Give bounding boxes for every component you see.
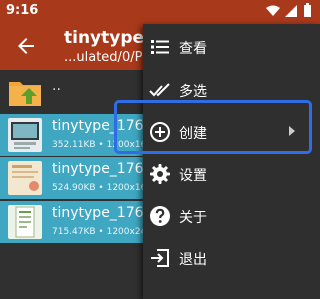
file-name: tinytype_1767 xyxy=(52,161,153,177)
menu-item-view[interactable]: 查看 xyxy=(143,26,320,68)
wifi-icon xyxy=(266,5,280,16)
status-bar: 9:16 xyxy=(0,0,320,22)
signal-icon xyxy=(285,5,297,17)
image-thumbnail-icon xyxy=(8,161,42,195)
menu-item-about[interactable]: 关于 xyxy=(143,195,320,237)
app-title: tinytype xyxy=(64,28,145,48)
folder-up-icon xyxy=(9,82,41,106)
menu-item-label: 查看 xyxy=(179,41,207,57)
exit-icon xyxy=(151,249,169,267)
list-icon xyxy=(151,40,169,54)
back-arrow-icon[interactable] xyxy=(14,34,38,58)
file-name: tinytype_1767 xyxy=(52,205,153,221)
image-thumbnail-icon xyxy=(8,205,42,239)
menu-item-label: 关于 xyxy=(179,210,207,226)
file-meta: 524.90KB • 1200x1600 xyxy=(52,183,158,193)
status-time: 9:16 xyxy=(6,3,39,18)
status-icons xyxy=(266,3,311,17)
gear-icon xyxy=(150,164,170,184)
menu-item-label: 退出 xyxy=(179,252,207,268)
current-path: ...ulated/0/P xyxy=(64,50,143,65)
menu-item-settings[interactable]: 设置 xyxy=(143,153,320,195)
menu-item-label: 多选 xyxy=(179,84,207,100)
battery-icon xyxy=(304,3,311,17)
image-thumbnail-icon xyxy=(8,118,42,152)
double-check-icon xyxy=(149,83,170,97)
file-meta: 715.47KB • 1200x2403 xyxy=(52,227,158,237)
focus-highlight-box xyxy=(114,100,312,154)
menu-item-exit[interactable]: 退出 xyxy=(143,237,320,279)
overflow-menu: 查看 多选 创建 设置 关于 退出 xyxy=(143,24,320,299)
menu-item-label: 设置 xyxy=(179,168,207,184)
file-name: .. xyxy=(52,78,61,94)
help-icon xyxy=(150,206,170,226)
